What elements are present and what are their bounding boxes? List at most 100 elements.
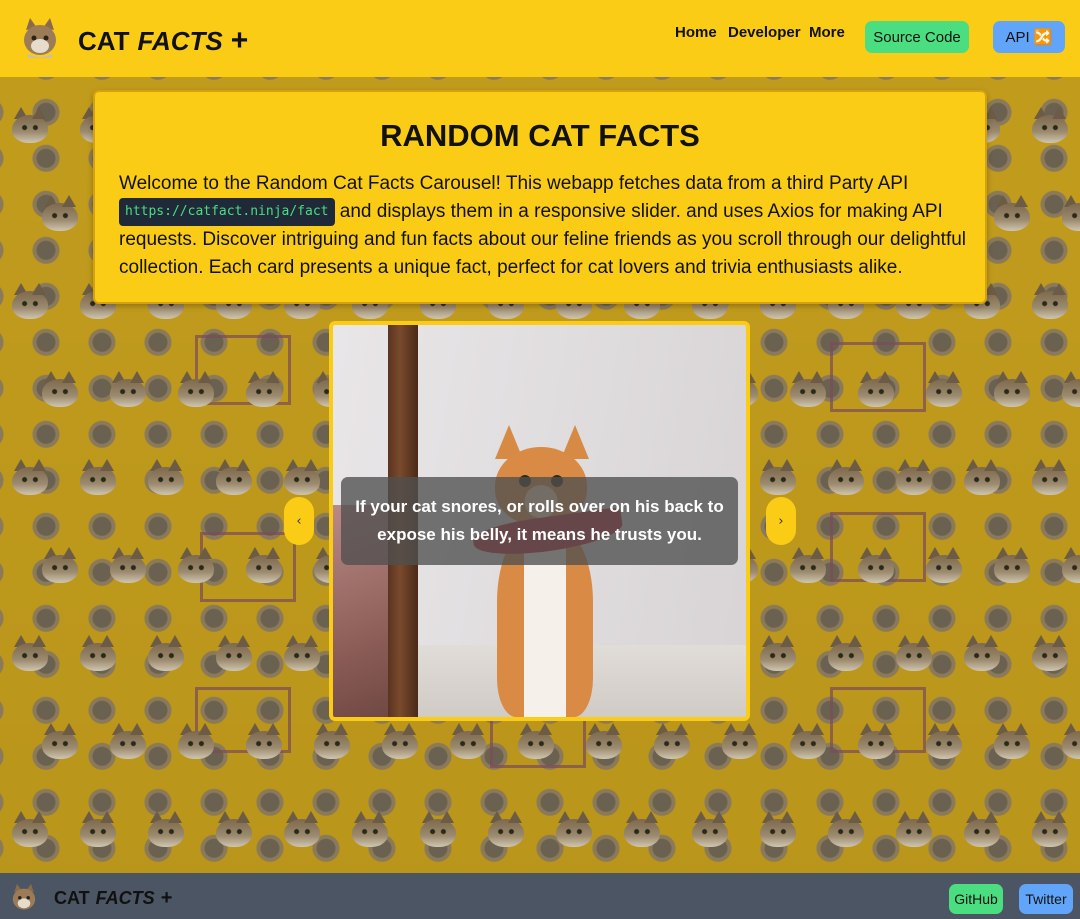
- nav-developer[interactable]: Developer: [728, 24, 801, 41]
- background-cat-face: [486, 811, 526, 847]
- brand-facts: FACTS: [137, 26, 223, 56]
- background-cat-face: [282, 459, 322, 495]
- background-cat-face: [992, 195, 1032, 231]
- footer-bar: CAT FACTS + GitHub Twitter: [0, 873, 1080, 919]
- background-cat-face: [214, 811, 254, 847]
- background-cat-face: [788, 371, 828, 407]
- top-navbar: CAT FACTS + Home Developer More Source C…: [0, 0, 1080, 77]
- background-cat-face: [992, 371, 1032, 407]
- api-button[interactable]: API 🔀: [993, 21, 1065, 53]
- background-cat-face: [282, 811, 322, 847]
- background-cat-face: [1030, 459, 1070, 495]
- background-cat-face: [1060, 371, 1080, 407]
- background-cat-face: [924, 371, 964, 407]
- background-cat-face: [924, 547, 964, 583]
- brand-plus: +: [230, 24, 249, 57]
- background-cat-face: [78, 459, 118, 495]
- source-code-button[interactable]: Source Code: [865, 21, 969, 53]
- background-cat-face: [176, 723, 216, 759]
- background-cat-face: [894, 811, 934, 847]
- cat-logo-icon[interactable]: [20, 16, 60, 58]
- background-cat-face: [146, 811, 186, 847]
- background-cat-face: [448, 723, 488, 759]
- footer-brand: CAT FACTS +: [54, 887, 172, 910]
- background-cat-face: [962, 811, 1002, 847]
- fact-caption: If your cat snores, or rolls over on his…: [341, 477, 738, 565]
- background-cat-face: [962, 635, 1002, 671]
- background-cat-face: [40, 371, 80, 407]
- background-cat-face: [856, 547, 896, 583]
- next-slide-button[interactable]: ›: [766, 497, 796, 545]
- footer-brand-plus: +: [160, 887, 173, 909]
- background-cat-face: [10, 635, 50, 671]
- background-cat-face: [516, 723, 556, 759]
- prev-slide-button[interactable]: ‹: [284, 497, 314, 545]
- page-title: RANDOM CAT FACTS: [380, 118, 700, 153]
- background-cat-face: [1030, 635, 1070, 671]
- background-cat-face: [856, 371, 896, 407]
- background-cat-face: [214, 459, 254, 495]
- intro-card: RANDOM CAT FACTS Welcome to the Random C…: [93, 90, 987, 304]
- intro-description: Welcome to the Random Cat Facts Carousel…: [119, 170, 969, 282]
- background-cat-face: [214, 635, 254, 671]
- background-cat-face: [244, 371, 284, 407]
- background-cat-face: [720, 723, 760, 759]
- background-cat-face: [108, 723, 148, 759]
- nav-more[interactable]: More: [809, 24, 845, 41]
- intro-text-before: Welcome to the Random Cat Facts Carousel…: [119, 173, 909, 194]
- background-cat-face: [554, 811, 594, 847]
- background-cat-face: [1060, 195, 1080, 231]
- cat-logo-icon: [12, 883, 36, 910]
- background-cat-face: [758, 459, 798, 495]
- background-cat-face: [1060, 547, 1080, 583]
- background-cat-face: [788, 723, 828, 759]
- background-cat-face: [652, 723, 692, 759]
- background-cat-face: [826, 635, 866, 671]
- twitter-button[interactable]: Twitter: [1019, 884, 1073, 914]
- background-cat-face: [312, 723, 352, 759]
- background-cat-face: [1030, 107, 1070, 143]
- background-cat-face: [1030, 811, 1070, 847]
- background-cat-face: [826, 459, 866, 495]
- github-button[interactable]: GitHub: [949, 884, 1003, 914]
- background-cat-face: [1060, 723, 1080, 759]
- brand-title[interactable]: CAT FACTS +: [78, 24, 248, 58]
- background-cat-face: [992, 547, 1032, 583]
- background-cat-face: [622, 811, 662, 847]
- footer-brand-facts: FACTS: [95, 888, 155, 908]
- background-cat-face: [244, 547, 284, 583]
- background-cat-face: [40, 723, 80, 759]
- photo-cat-figure: [471, 425, 625, 717]
- background-cat-face: [856, 723, 896, 759]
- background-cat-face: [176, 547, 216, 583]
- background-cat-face: [282, 635, 322, 671]
- footer-brand-cat: CAT: [54, 888, 90, 908]
- background-cat-face: [78, 811, 118, 847]
- background-cat-face: [40, 547, 80, 583]
- background-cat-face: [962, 459, 1002, 495]
- background-cat-face: [894, 635, 934, 671]
- background-cat-face: [10, 811, 50, 847]
- background-cat-face: [108, 371, 148, 407]
- background-cat-face: [78, 635, 118, 671]
- background-cat-face: [584, 723, 624, 759]
- background-cat-face: [788, 547, 828, 583]
- background-cat-face: [690, 811, 730, 847]
- background-cat-face: [894, 459, 934, 495]
- background-cat-face: [350, 811, 390, 847]
- api-url-code[interactable]: https://catfact.ninja/fact: [119, 198, 335, 226]
- background-cat-face: [10, 107, 50, 143]
- nav-home[interactable]: Home: [675, 24, 717, 41]
- background-cat-face: [40, 195, 80, 231]
- background-cat-face: [758, 811, 798, 847]
- brand-cat: CAT: [78, 26, 130, 56]
- background-cat-face: [146, 459, 186, 495]
- background-cat-face: [146, 635, 186, 671]
- background-cat-face: [380, 723, 420, 759]
- background-cat-face: [244, 723, 284, 759]
- background-cat-face: [418, 811, 458, 847]
- background-cat-face: [10, 283, 50, 319]
- background-cat-face: [992, 723, 1032, 759]
- background-cat-face: [176, 371, 216, 407]
- background-cat-face: [108, 547, 148, 583]
